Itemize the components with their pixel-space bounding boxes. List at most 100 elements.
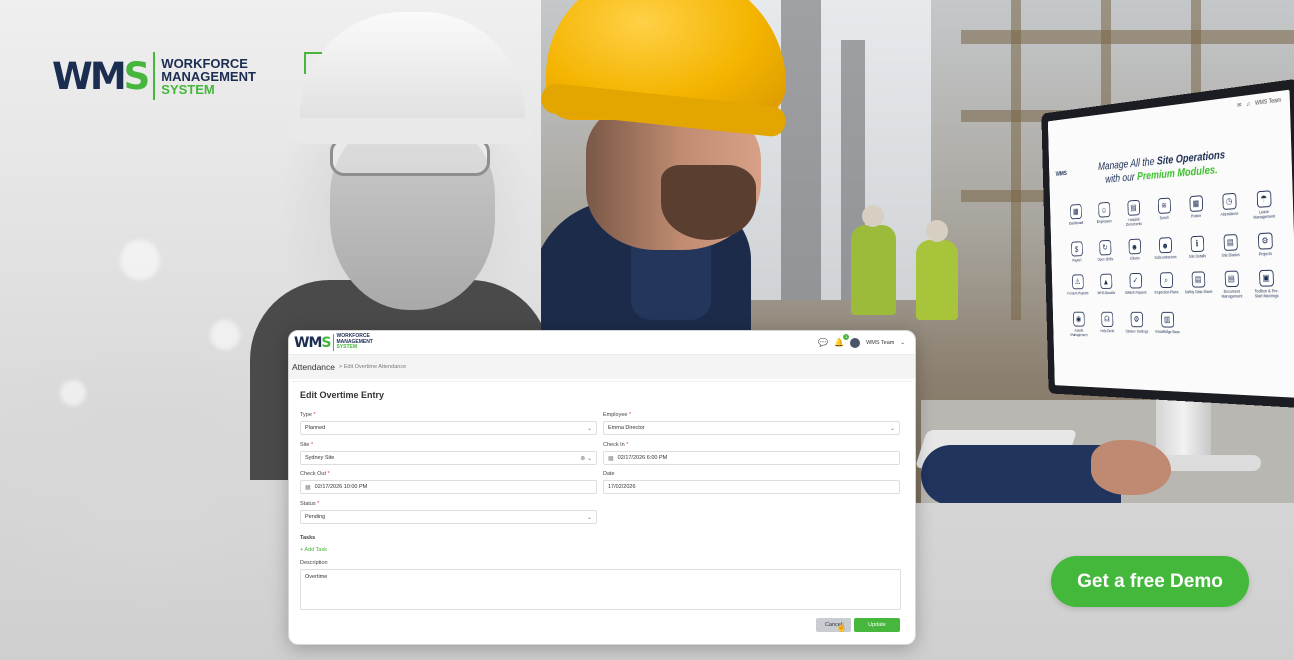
module-tile[interactable]: ▤ Document Management xyxy=(1216,270,1248,299)
module-label: WHS Boards xyxy=(1097,290,1116,296)
module-tile[interactable]: ℹ Site Details xyxy=(1182,235,1212,259)
module-tile[interactable]: ▣ Toolbox & Pre-Start Meetings xyxy=(1250,269,1283,299)
module-label: Knowledge Base xyxy=(1155,329,1181,335)
checkout-input[interactable]: ▦ 02/17/2026 10:00 PM xyxy=(300,480,597,494)
module-tile[interactable]: ≋ Bunch xyxy=(1150,197,1179,225)
app-topbar: WMS WORKFORCE MANAGEMENT SYSTEM 💬 🔔 1 WMS… xyxy=(289,331,915,355)
module-tile[interactable]: ▥ Knowledge Base xyxy=(1153,311,1182,339)
module-tile[interactable]: ✓ SWMS Reports xyxy=(1122,272,1150,300)
description-group: Description Overtime xyxy=(300,560,901,610)
file-icon: ▤ xyxy=(1224,270,1239,288)
edit-overtime-form: Edit Overtime Entry Type * Planned ⌄ Empl… xyxy=(292,381,912,643)
module-tile[interactable]: ◷ Attendance xyxy=(1214,192,1245,222)
add-task-button[interactable]: + Add Task xyxy=(300,547,327,553)
chevron-down-icon: ⌄ xyxy=(889,425,895,432)
description-textarea[interactable]: Overtime xyxy=(300,569,901,610)
documents-icon: ▤ xyxy=(1127,199,1140,216)
module-label: Safety Data Sheet xyxy=(1184,289,1213,295)
description-label: Description xyxy=(300,560,328,566)
bell-icon[interactable]: 🔔 1 xyxy=(834,334,850,347)
type-field-group: Type * Planned ⌄ xyxy=(300,412,597,435)
module-tile[interactable]: ↻ Open Shifts xyxy=(1092,239,1119,262)
module-tile[interactable]: ☺ Employees xyxy=(1091,201,1118,228)
info-icon: ℹ xyxy=(1190,235,1204,253)
checkin-input[interactable]: ▦ 02/17/2026 6:00 PM xyxy=(603,451,900,465)
module-tile[interactable]: ⚙ Projects xyxy=(1249,232,1282,257)
module-tile[interactable]: ▲ WHS Boards xyxy=(1093,273,1120,299)
app-logo-mark: WMS xyxy=(294,334,331,351)
module-tile[interactable]: ☻ Clients xyxy=(1121,238,1149,261)
status-select[interactable]: Pending ⌄ xyxy=(300,510,597,524)
breadcrumb: Attendance > Edit Overtime Attendance xyxy=(289,355,915,379)
module-grid: ▦ Dashboard ☺ Employees ▤ Hospital Documents ≋… xyxy=(1063,190,1284,341)
module-tile[interactable]: ☊ Help Desk xyxy=(1094,311,1121,338)
chevron-down-icon: ⌄ xyxy=(586,425,592,432)
tower-structure xyxy=(781,0,821,300)
type-select[interactable]: Planned ⌄ xyxy=(300,421,597,435)
module-tile[interactable]: ⚠ Incident Reports xyxy=(1065,274,1091,300)
type-label: Type * xyxy=(300,412,316,418)
umbrella-icon: ☂ xyxy=(1256,190,1272,208)
breadcrumb-attendance[interactable]: Attendance xyxy=(292,362,335,372)
module-tile[interactable]: $ Payroll xyxy=(1064,241,1090,263)
computer-monitor: ✉ ♫ WMS Team WMS Manage All the Site Ope… xyxy=(1041,78,1294,409)
module-label: Dashboard xyxy=(1068,220,1084,226)
clear-and-chevron-icon: ⊗ ⌄ xyxy=(580,455,592,462)
module-tile[interactable]: ☻ Subcontractors xyxy=(1151,237,1180,260)
module-tile[interactable]: ▤ Site Diaries xyxy=(1215,234,1246,258)
module-tile[interactable]: ◉ Assets Management xyxy=(1066,311,1092,338)
warning-icon: ⚠ xyxy=(1071,274,1084,290)
module-tile[interactable]: ☂ Leave Management xyxy=(1248,190,1281,220)
module-tile[interactable]: ▤ Hospital Documents xyxy=(1120,199,1148,227)
module-label: System Settings xyxy=(1125,328,1149,334)
site-select[interactable]: Sydney Site ⊗ ⌄ xyxy=(300,451,597,465)
chat-icon: ✉ xyxy=(1237,102,1242,110)
gear-icon: ⚙ xyxy=(1130,311,1143,328)
chat-icon[interactable]: 💬 xyxy=(818,338,828,347)
breadcrumb-current: > Edit Overtime Attendance xyxy=(339,364,407,370)
bokeh-light xyxy=(60,380,86,406)
get-free-demo-button[interactable]: Get a free Demo xyxy=(1051,556,1249,607)
date-input[interactable]: 17/02/2026 xyxy=(603,480,900,494)
module-tile[interactable]: ⌕ Inspection Plans xyxy=(1152,272,1181,299)
module-tile[interactable]: ⚙ System Settings xyxy=(1123,311,1151,338)
monitor-user: WMS Team xyxy=(1254,97,1282,107)
module-tile[interactable]: ▤ Safety Data Sheet xyxy=(1183,271,1213,299)
app-topbar-right: 💬 🔔 1 WMS Team ⌄ xyxy=(818,334,905,348)
app-window: WMS WORKFORCE MANAGEMENT SYSTEM 💬 🔔 1 WMS… xyxy=(288,330,916,645)
hard-hat-brim xyxy=(292,118,532,144)
monitor-topbar: ✉ ♫ WMS Team xyxy=(1237,97,1281,109)
background-worker xyxy=(916,240,958,320)
avatar[interactable] xyxy=(850,337,861,348)
calendar-icon: ▦ xyxy=(305,484,311,491)
user-name[interactable]: WMS Team xyxy=(866,340,894,346)
toolbox-icon: ▣ xyxy=(1258,269,1274,287)
module-label: Employees xyxy=(1096,218,1112,224)
calendar-icon: ▦ xyxy=(608,455,614,462)
module-tile[interactable]: ▦ Dashboard xyxy=(1063,203,1089,230)
module-label: Attendance xyxy=(1220,210,1239,217)
site-label: Site * xyxy=(300,442,314,448)
chevron-down-icon: ⌄ xyxy=(586,514,592,521)
employee-select[interactable]: Emma Director ⌄ xyxy=(603,421,900,435)
employee-field-group: Employee * Emma Director ⌄ xyxy=(603,412,900,435)
brand-separator xyxy=(153,52,156,100)
form-title: Edit Overtime Entry xyxy=(300,390,385,400)
module-label: Assets Management xyxy=(1070,328,1088,338)
module-label: Help Desk xyxy=(1100,328,1115,334)
date-field-group: Date 17/02/2026 xyxy=(603,471,900,494)
worker-head xyxy=(926,220,948,242)
module-label: Incident Reports xyxy=(1067,290,1089,296)
employee-label: Employee * xyxy=(603,412,632,418)
diary-icon: ▤ xyxy=(1223,234,1238,251)
bokeh-light xyxy=(210,320,240,350)
calendar-icon: ▦ xyxy=(1189,195,1203,213)
notification-badge: 1 xyxy=(843,334,850,340)
sheet-icon: ▤ xyxy=(1191,271,1205,288)
module-tile[interactable]: ▦ Roster xyxy=(1181,195,1211,224)
monitor-screen: ✉ ♫ WMS Team WMS Manage All the Site Ope… xyxy=(1047,89,1294,398)
bell-icon: ♫ xyxy=(1246,101,1251,108)
chevron-down-icon[interactable]: ⌄ xyxy=(900,340,905,346)
app-logo[interactable]: WMS WORKFORCE MANAGEMENT SYSTEM xyxy=(294,334,373,351)
update-button[interactable]: Update xyxy=(854,618,900,632)
